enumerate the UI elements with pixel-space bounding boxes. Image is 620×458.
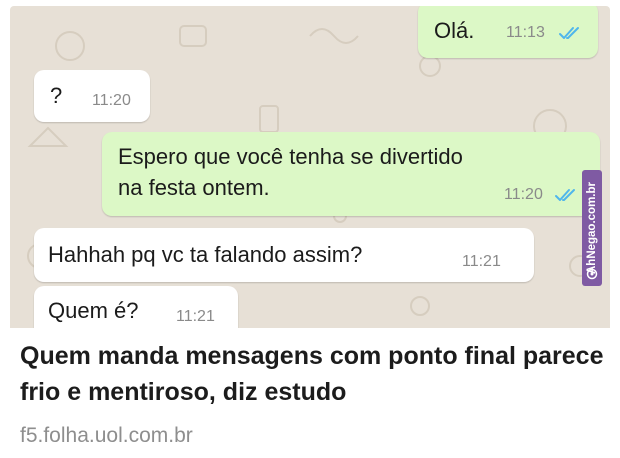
article-headline[interactable]: Quem manda mensagens com ponto final par… xyxy=(20,338,610,410)
message-text: Hahhah pq vc ta falando assim? xyxy=(48,242,363,267)
message-text: ? xyxy=(50,83,63,108)
message-time: 11:21 xyxy=(462,253,501,270)
watermark-text: AhNegao.com.br xyxy=(586,182,598,275)
double-check-icon xyxy=(555,189,575,201)
incoming-message[interactable]: Quem é? 11:21 xyxy=(34,286,238,328)
link-preview-card[interactable]: Olá. 11:13 ? 11:20 Espero que você tenha… xyxy=(0,0,620,458)
message-text: Olá. xyxy=(434,18,475,43)
message-text-line-1: Espero que você tenha se divertido xyxy=(118,144,463,169)
double-check-icon xyxy=(559,27,579,39)
outgoing-message[interactable]: Olá. 11:13 xyxy=(418,6,598,58)
watermark: AhNegao.com.br xyxy=(582,170,602,286)
message-time: 11:13 xyxy=(506,24,545,41)
message-text-line-2: na festa ontem. xyxy=(118,175,270,200)
message-time: 11:20 xyxy=(92,92,131,109)
outgoing-message[interactable]: Espero que você tenha se divertido na fe… xyxy=(102,132,600,216)
message-time: 11:21 xyxy=(176,308,215,325)
message-text: Quem é? xyxy=(48,298,139,323)
incoming-message[interactable]: Hahhah pq vc ta falando assim? 11:21 xyxy=(34,228,534,282)
chat-screenshot: Olá. 11:13 ? 11:20 Espero que você tenha… xyxy=(10,6,610,328)
incoming-message[interactable]: ? 11:20 xyxy=(34,70,150,122)
article-domain[interactable]: f5.folha.uol.com.br xyxy=(20,424,193,448)
message-time: 11:20 xyxy=(504,186,543,203)
